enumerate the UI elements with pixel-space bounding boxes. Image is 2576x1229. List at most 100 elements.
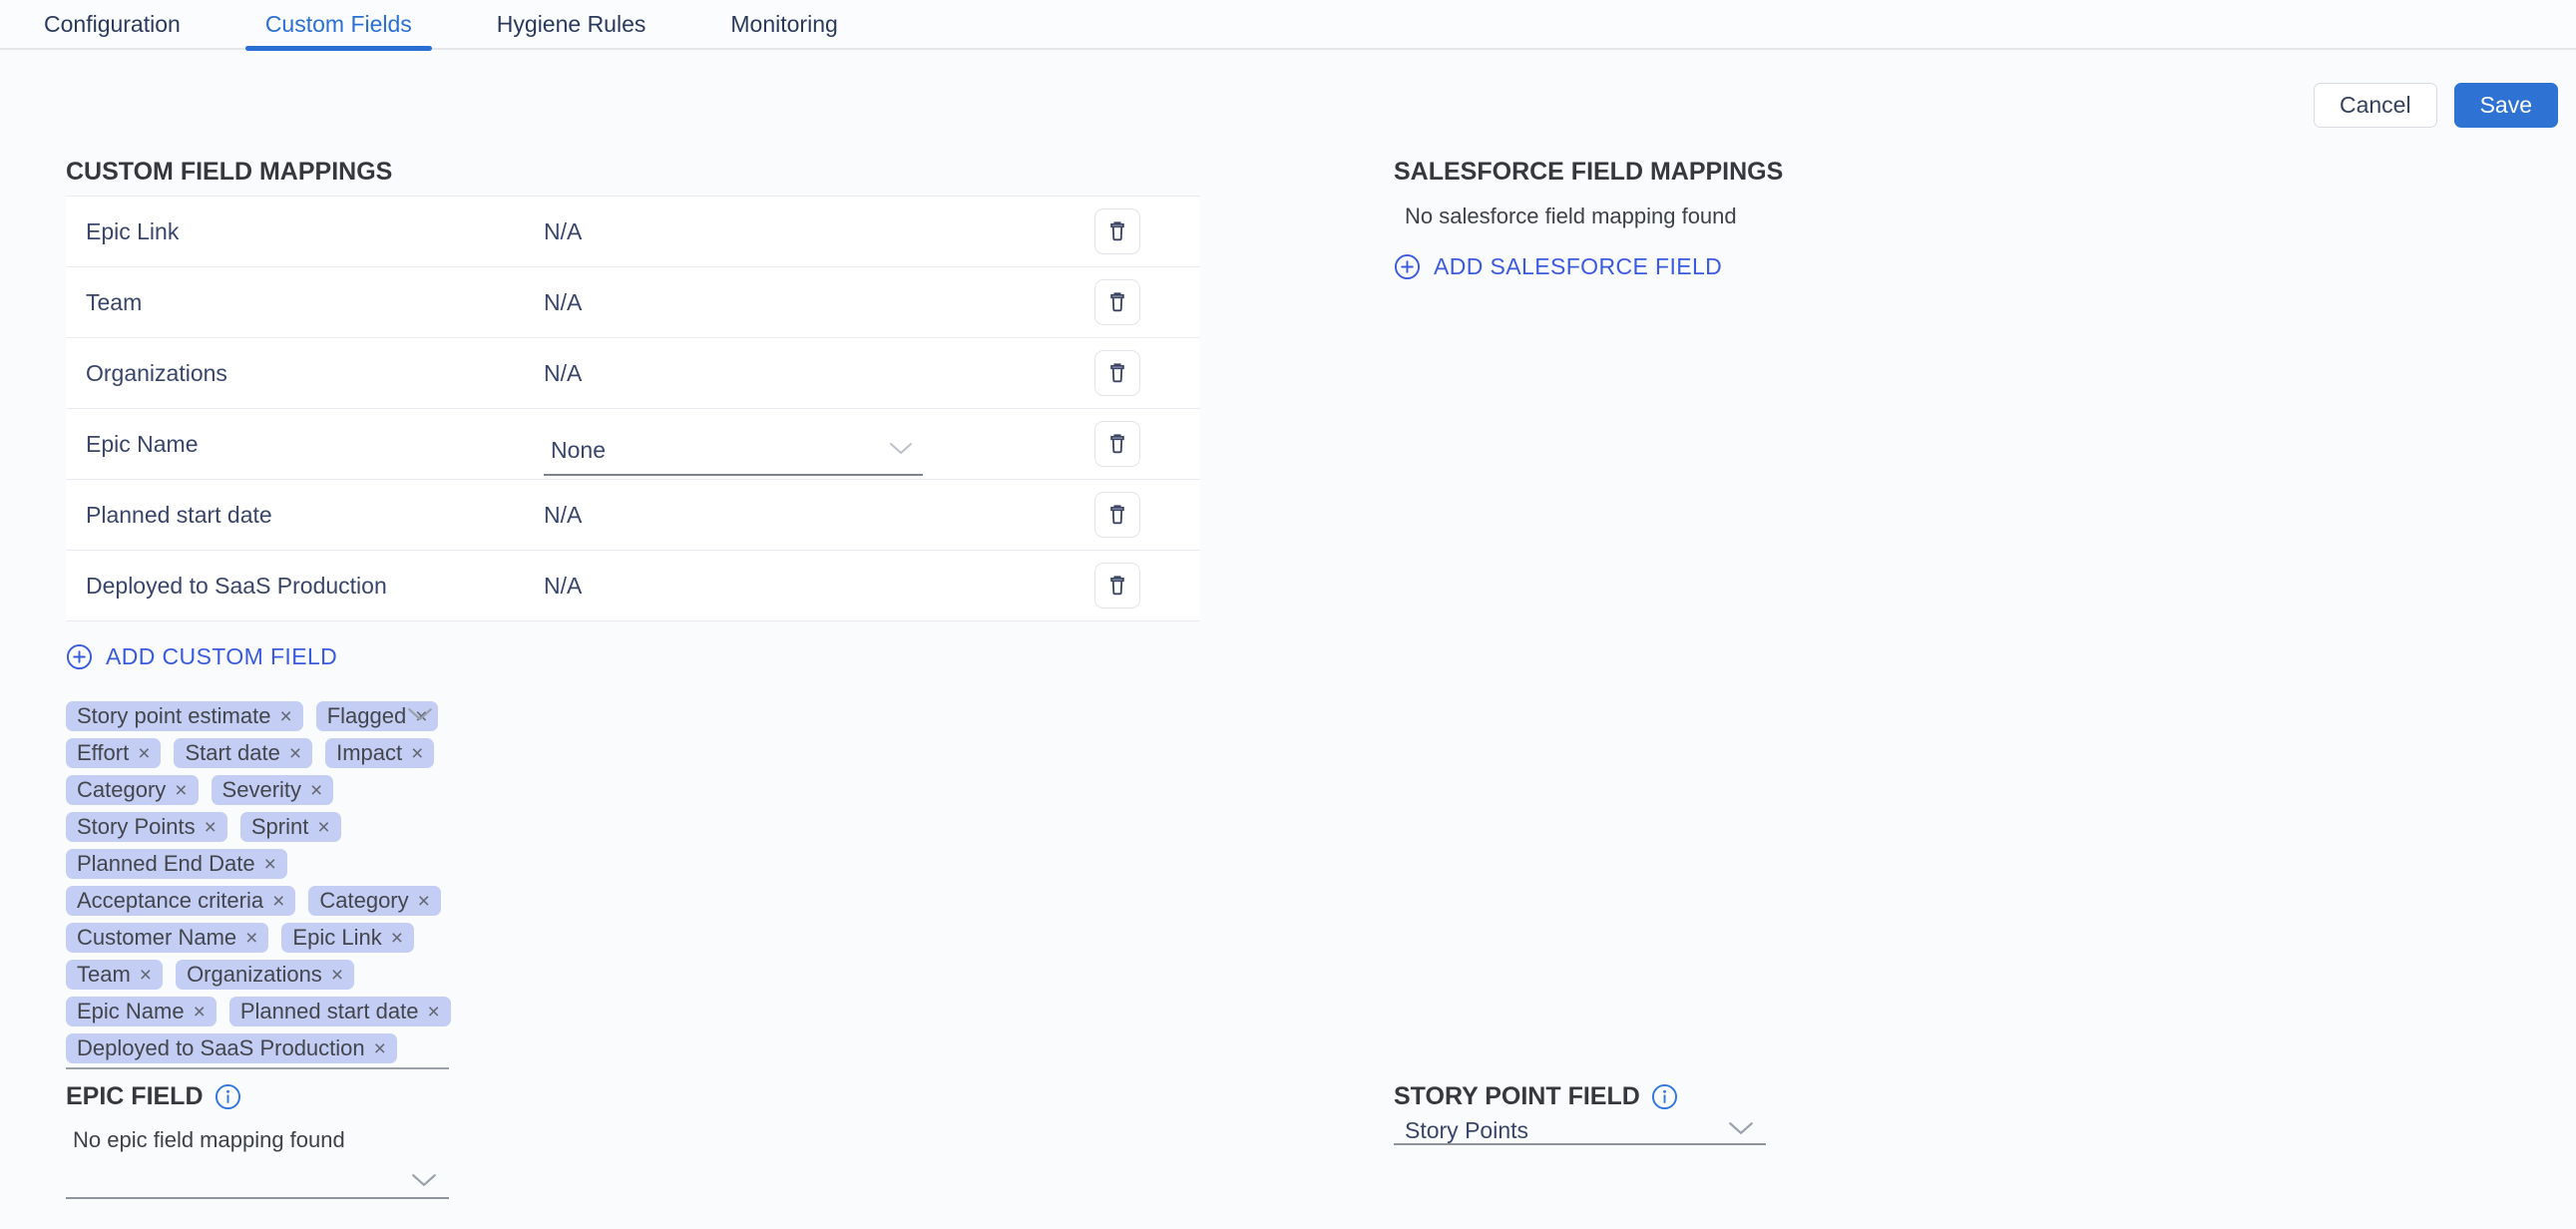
trash-icon bbox=[1104, 360, 1130, 386]
field-row: Epic Name None bbox=[66, 409, 1200, 480]
story-point-field-select[interactable]: Story Points bbox=[1394, 1117, 1766, 1145]
delete-field-button[interactable] bbox=[1094, 208, 1140, 254]
add-custom-field-label: ADD CUSTOM FIELD bbox=[106, 643, 337, 670]
tab-configuration[interactable]: Configuration bbox=[24, 0, 201, 49]
story-point-field-title: STORY POINT FIELD bbox=[1394, 1082, 1640, 1111]
chip[interactable]: Sprint × bbox=[240, 812, 341, 842]
chip[interactable]: Severity × bbox=[212, 775, 334, 805]
tab-monitoring[interactable]: Monitoring bbox=[710, 0, 857, 49]
chip-row: Team × Organizations × bbox=[66, 960, 449, 990]
epic-field-select[interactable] bbox=[66, 1163, 449, 1199]
chip-label: Acceptance criteria bbox=[77, 888, 263, 914]
save-button[interactable]: Save bbox=[2454, 83, 2558, 128]
close-icon[interactable]: × bbox=[374, 1038, 386, 1059]
trash-icon bbox=[1104, 573, 1130, 599]
custom-field-mappings-section: CUSTOM FIELD MAPPINGS Epic Link N/A Team… bbox=[66, 158, 1200, 1069]
close-icon[interactable]: × bbox=[264, 854, 276, 875]
chip-row: Acceptance criteria × Category × bbox=[66, 886, 449, 916]
field-label: Deployed to SaaS Production bbox=[86, 573, 544, 600]
close-icon[interactable]: × bbox=[317, 817, 329, 838]
close-icon[interactable]: × bbox=[427, 1002, 439, 1023]
close-icon[interactable]: × bbox=[391, 928, 403, 949]
chip[interactable]: Planned start date × bbox=[229, 997, 451, 1026]
tab-label: Configuration bbox=[44, 11, 181, 38]
form-actions: Cancel Save bbox=[2314, 83, 2558, 128]
delete-field-button[interactable] bbox=[1094, 279, 1140, 325]
salesforce-field-mappings-title: SALESFORCE FIELD MAPPINGS bbox=[1394, 158, 1853, 187]
trash-icon bbox=[1104, 289, 1130, 315]
epic-field-section: EPIC FIELD No epic field mapping found bbox=[66, 1082, 449, 1199]
chip[interactable]: Epic Link × bbox=[281, 923, 414, 953]
field-label: Epic Name bbox=[86, 431, 544, 458]
chip-label: Deployed to SaaS Production bbox=[77, 1035, 365, 1061]
delete-field-button[interactable] bbox=[1094, 350, 1140, 396]
chip[interactable]: Planned End Date × bbox=[66, 849, 287, 879]
chip[interactable]: Category × bbox=[308, 886, 441, 916]
close-icon[interactable]: × bbox=[245, 928, 257, 949]
close-icon[interactable]: × bbox=[194, 1002, 206, 1023]
close-icon[interactable]: × bbox=[140, 965, 152, 986]
add-salesforce-field-button[interactable]: ADD SALESFORCE FIELD bbox=[1394, 253, 1722, 280]
close-icon[interactable]: × bbox=[279, 706, 291, 727]
close-icon[interactable]: × bbox=[310, 780, 322, 801]
close-icon[interactable]: × bbox=[272, 891, 284, 912]
delete-field-button[interactable] bbox=[1094, 492, 1140, 538]
story-point-field-section: STORY POINT FIELD Story Points bbox=[1394, 1082, 1766, 1145]
field-value-select[interactable]: None bbox=[544, 426, 923, 476]
chip-label: Severity bbox=[222, 777, 301, 803]
info-icon[interactable] bbox=[1651, 1083, 1678, 1110]
chip[interactable]: Impact × bbox=[325, 738, 434, 768]
chip-row: Customer Name × Epic Link × bbox=[66, 923, 449, 953]
chevron-down-icon[interactable] bbox=[407, 707, 433, 726]
chip[interactable]: Acceptance criteria × bbox=[66, 886, 295, 916]
close-icon[interactable]: × bbox=[331, 965, 343, 986]
chip[interactable]: Epic Name × bbox=[66, 997, 216, 1026]
field-label: Organizations bbox=[86, 360, 544, 387]
chip[interactable]: Deployed to SaaS Production × bbox=[66, 1033, 397, 1063]
chip-row: Effort × Start date × Impact × bbox=[66, 738, 449, 768]
close-icon[interactable]: × bbox=[205, 817, 216, 838]
close-icon[interactable]: × bbox=[138, 743, 150, 764]
close-icon[interactable]: × bbox=[418, 891, 430, 912]
chip[interactable]: Start date × bbox=[174, 738, 312, 768]
chip[interactable]: Customer Name × bbox=[66, 923, 268, 953]
chip-row: Epic Name × Planned start date × bbox=[66, 997, 449, 1026]
close-icon[interactable]: × bbox=[289, 743, 301, 764]
info-icon[interactable] bbox=[215, 1083, 241, 1110]
field-value: N/A bbox=[544, 573, 582, 600]
tab-label: Hygiene Rules bbox=[497, 11, 646, 38]
chip-label: Organizations bbox=[187, 962, 322, 988]
field-value: N/A bbox=[544, 360, 582, 387]
chip[interactable]: Story Points × bbox=[66, 812, 227, 842]
chip[interactable]: Category × bbox=[66, 775, 199, 805]
cancel-button[interactable]: Cancel bbox=[2314, 83, 2437, 128]
add-custom-field-button[interactable]: ADD CUSTOM FIELD bbox=[66, 643, 337, 670]
delete-field-button[interactable] bbox=[1094, 563, 1140, 609]
field-label: Team bbox=[86, 289, 544, 316]
close-icon[interactable]: × bbox=[175, 780, 187, 801]
story-point-field-value: Story Points bbox=[1394, 1117, 1528, 1144]
chip[interactable]: Organizations × bbox=[176, 960, 354, 990]
tab-hygiene-rules[interactable]: Hygiene Rules bbox=[477, 0, 666, 49]
custom-field-mappings-title: CUSTOM FIELD MAPPINGS bbox=[66, 158, 1200, 187]
chip-row: Story point estimate × Flagged × bbox=[66, 701, 449, 731]
chip-label: Epic Link bbox=[292, 925, 381, 951]
chip[interactable]: Effort × bbox=[66, 738, 161, 768]
chip[interactable]: Story point estimate × bbox=[66, 701, 303, 731]
chip-label: Sprint bbox=[251, 814, 308, 840]
field-label: Epic Link bbox=[86, 218, 544, 245]
tab-custom-fields[interactable]: Custom Fields bbox=[245, 0, 432, 49]
field-value: N/A bbox=[544, 218, 582, 245]
chip-label: Story point estimate bbox=[77, 703, 270, 729]
epic-field-title: EPIC FIELD bbox=[66, 1082, 204, 1111]
chip-label: Category bbox=[77, 777, 166, 803]
field-value: N/A bbox=[544, 502, 582, 529]
close-icon[interactable]: × bbox=[411, 743, 423, 764]
chip-label: Start date bbox=[185, 740, 279, 766]
custom-fields-multiselect[interactable]: Story point estimate × Flagged × Effort … bbox=[66, 701, 449, 1069]
plus-circle-icon bbox=[1394, 253, 1421, 280]
chip-label: Effort bbox=[77, 740, 129, 766]
chip[interactable]: Team × bbox=[66, 960, 163, 990]
delete-field-button[interactable] bbox=[1094, 421, 1140, 467]
chip-label: Impact bbox=[336, 740, 402, 766]
